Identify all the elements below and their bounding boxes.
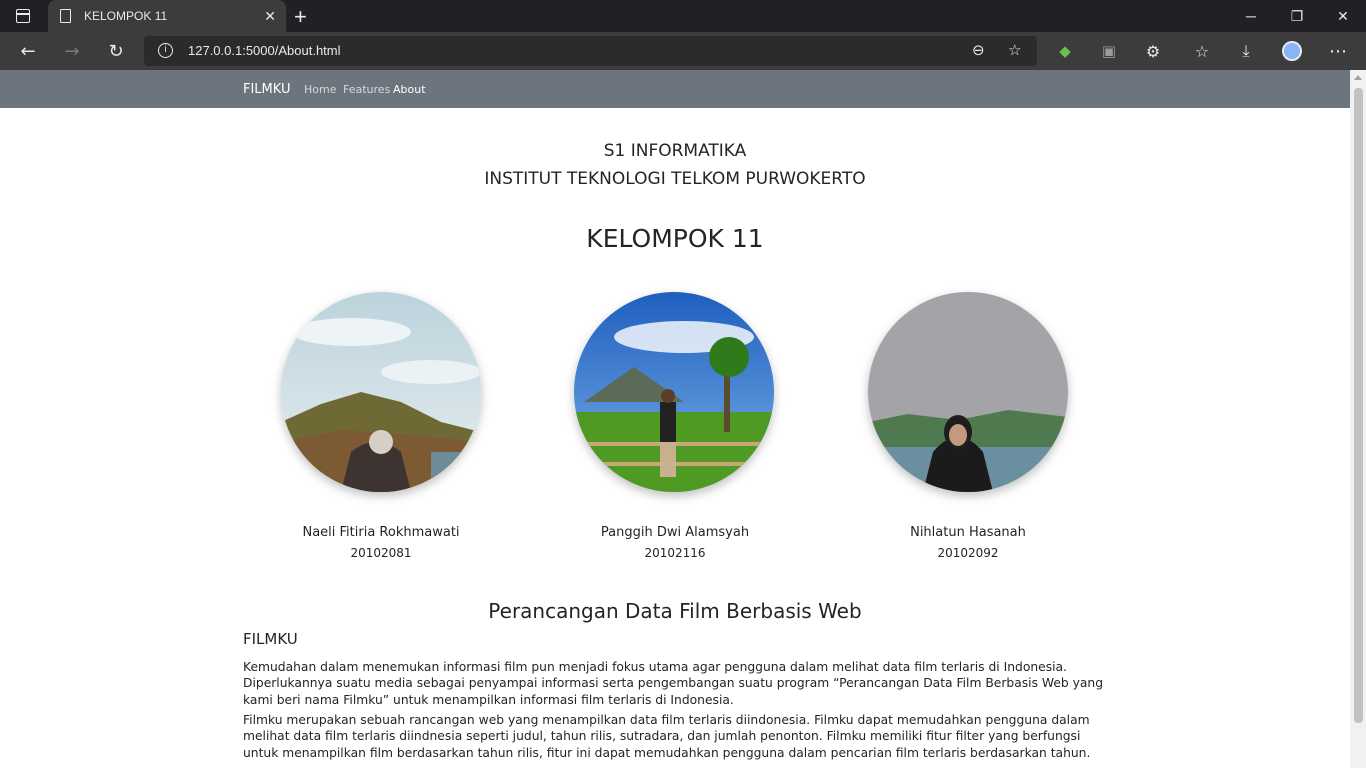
extensions-icon[interactable]: ⚙	[1138, 36, 1168, 66]
member-card	[574, 292, 774, 492]
profile-avatar[interactable]	[1277, 36, 1307, 66]
project-title: Perancangan Data Film Berbasis Web	[488, 599, 862, 623]
member-photo	[281, 292, 481, 492]
member-card	[281, 292, 481, 492]
tab-actions-icon	[16, 9, 30, 23]
page-icon	[60, 9, 71, 23]
tab-title: KELOMPOK 11	[84, 9, 168, 23]
member-name: Nihlatun Hasanah	[910, 525, 1026, 540]
institute-name: INSTITUT TEKNOLOGI TELKOM PURWOKERTO	[484, 169, 866, 189]
member-card	[868, 292, 1068, 492]
page-viewport: FILMKU Home Features About S1 INFORMATIK…	[0, 70, 1350, 768]
more-menu-icon[interactable]: ⋯	[1323, 36, 1353, 66]
scrollbar-thumb[interactable]	[1354, 88, 1363, 723]
close-tab-icon[interactable]: ✕	[264, 8, 276, 25]
favorites-icon[interactable]: ☆	[1187, 36, 1217, 66]
new-tab-button[interactable]: +	[294, 4, 307, 30]
member-nim: 20102092	[937, 546, 999, 560]
site-info-icon[interactable]: i	[158, 43, 173, 58]
program-name: S1 INFORMATIKA	[603, 141, 747, 161]
group-title: KELOMPOK 11	[586, 224, 764, 253]
nav-link-home[interactable]: Home	[304, 83, 336, 96]
member-photo	[574, 292, 774, 492]
restore-button[interactable]: ❐	[1274, 0, 1320, 32]
forward-icon[interactable]: →	[57, 36, 87, 66]
nav-link-features[interactable]: Features	[343, 83, 390, 96]
close-window-button[interactable]: ✕	[1320, 0, 1366, 32]
navbar-brand[interactable]: FILMKU	[243, 82, 290, 97]
member-name: Panggih Dwi Alamsyah	[600, 525, 750, 540]
project-subtitle: FILMKU	[243, 630, 298, 648]
site-navbar: FILMKU Home Features About	[0, 70, 1350, 108]
about-paragraph-2: Filmku merupakan sebuah rancangan web ya…	[243, 713, 1091, 760]
tab-actions-button[interactable]	[6, 2, 40, 30]
nav-link-about[interactable]: About	[393, 83, 426, 96]
zoom-icon[interactable]: ⊖	[972, 41, 985, 59]
about-paragraph-1: Kemudahan dalam menemukan informasi film…	[243, 660, 1104, 707]
browser-toolbar: ← → ↻ i 127.0.0.1:5000/About.html ⊖ ☆ ◆ …	[0, 32, 1366, 70]
url-text[interactable]: 127.0.0.1:5000/About.html	[188, 43, 341, 58]
back-icon[interactable]: ←	[13, 36, 43, 66]
browser-tab[interactable]: KELOMPOK 11 ✕	[48, 0, 286, 32]
minimize-button[interactable]: ─	[1228, 0, 1274, 32]
extension-icon[interactable]: ◆	[1050, 36, 1080, 66]
collections-extension-icon[interactable]: ▣	[1094, 36, 1124, 66]
address-bar[interactable]: i 127.0.0.1:5000/About.html ⊖ ☆	[144, 36, 1037, 66]
scroll-up-icon[interactable]	[1354, 75, 1362, 80]
member-photo	[868, 292, 1068, 492]
downloads-icon[interactable]: ⤓	[1231, 36, 1261, 66]
add-favorite-icon[interactable]: ☆	[1008, 41, 1021, 59]
page-scrollbar[interactable]	[1350, 70, 1366, 768]
member-name: Naeli Fitiria Rokhmawati	[302, 525, 460, 540]
browser-tab-bar: KELOMPOK 11 ✕ + ─ ❐ ✕	[0, 0, 1366, 32]
member-nim: 20102116	[644, 546, 706, 560]
refresh-icon[interactable]: ↻	[101, 36, 131, 66]
member-nim: 20102081	[350, 546, 412, 560]
